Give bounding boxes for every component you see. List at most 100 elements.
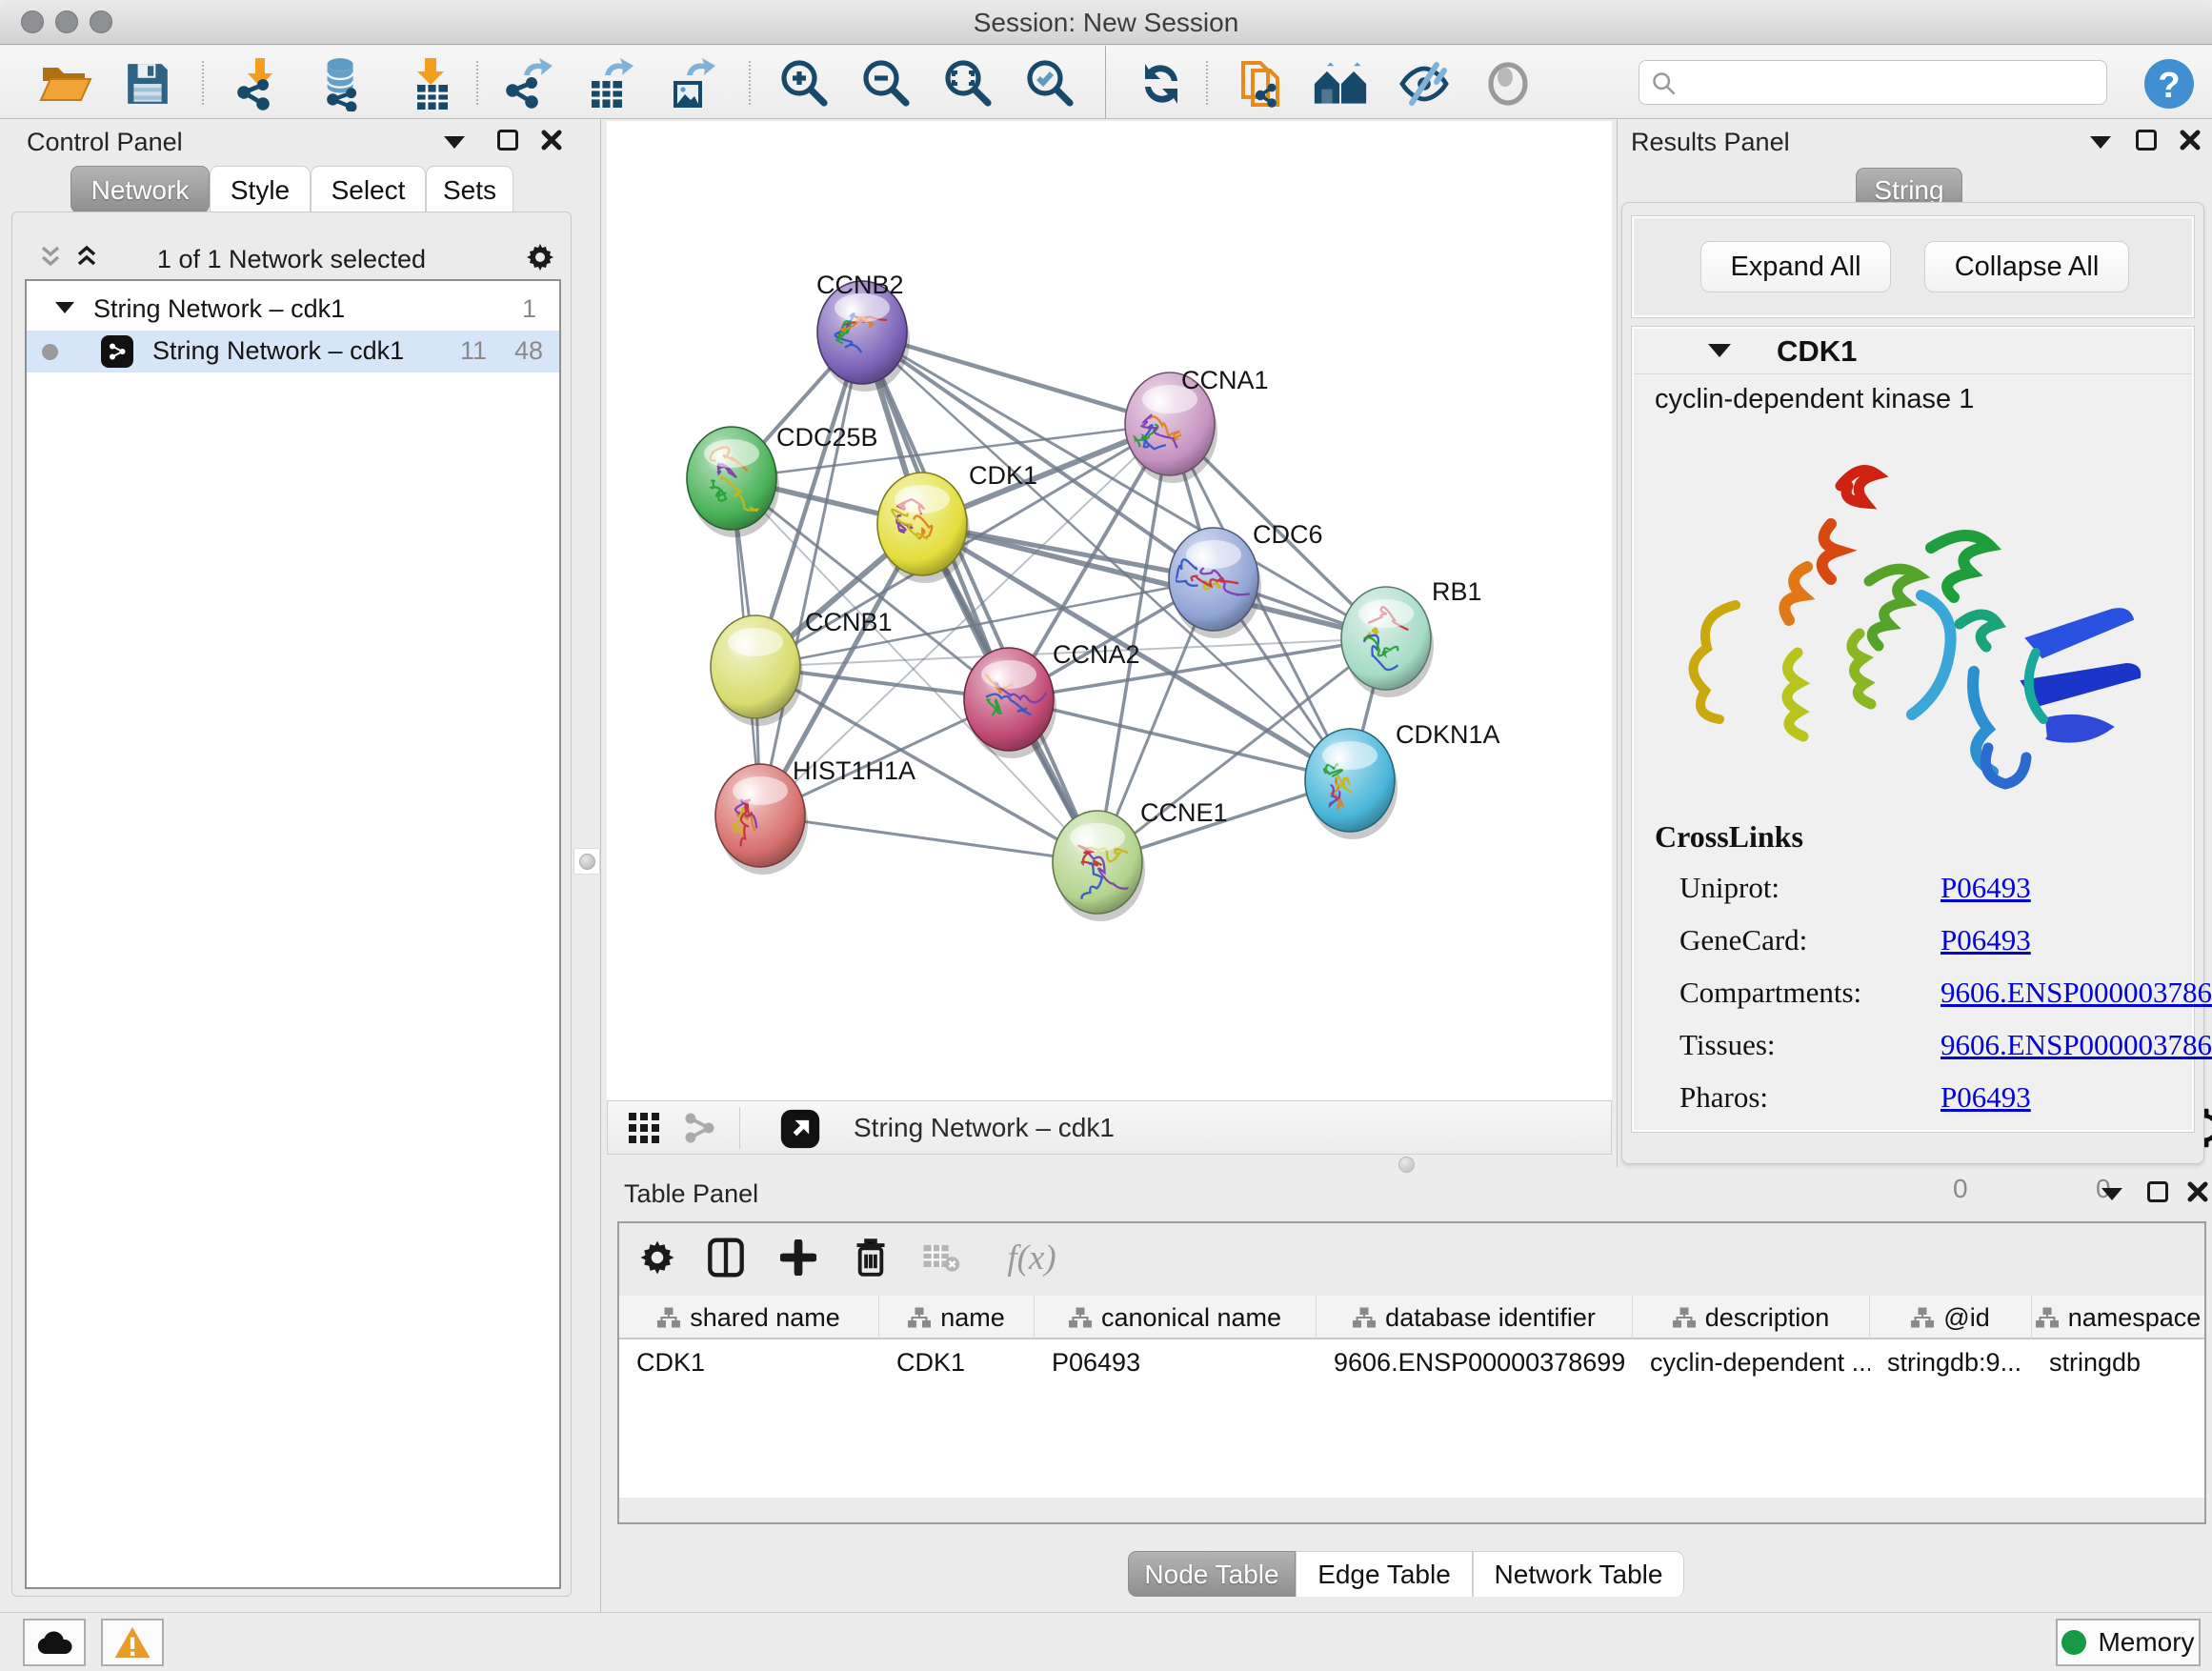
cell-database-identifier[interactable]: 9606.ENSP00000378699	[1317, 1341, 1633, 1383]
network-tree: String Network – cdk1 1 String Network –…	[25, 279, 561, 1589]
tab-network-table[interactable]: Network Table	[1473, 1551, 1684, 1597]
table-panel-float-button[interactable]	[2142, 1178, 2174, 1206]
new-network-from-selection-button[interactable]	[1235, 57, 1290, 111]
column-header[interactable]: canonical name	[1035, 1296, 1317, 1339]
table-panel-close-button[interactable]	[2182, 1178, 2212, 1206]
column-header[interactable]: shared name	[619, 1296, 879, 1339]
right-splitter[interactable]	[1617, 119, 1618, 1167]
tab-style[interactable]: Style	[210, 166, 311, 213]
help-button[interactable]: ?	[2142, 57, 2197, 111]
cloud-icon	[34, 1628, 74, 1657]
cell-namespace[interactable]: stringdb	[2032, 1341, 2204, 1383]
node-details-header[interactable]: CDK1	[1634, 329, 2192, 374]
import-network-from-file-button[interactable]	[232, 57, 288, 111]
zoom-in-icon	[776, 57, 830, 111]
cell-description[interactable]: cyclin-dependent ...	[1633, 1341, 1870, 1383]
left-splitter-handle[interactable]	[573, 848, 600, 875]
crosslink-link[interactable]: P06493	[1941, 1080, 2031, 1115]
function-builder-button[interactable]: f(x)	[989, 1233, 1075, 1282]
grid-view-button[interactable]	[621, 1105, 667, 1151]
cell-canonical-name[interactable]: P06493	[1035, 1341, 1317, 1383]
node-label: CCNB2	[816, 271, 904, 299]
crosslink-link[interactable]: 9606.ENSP00000378699	[1941, 976, 2212, 1010]
expand-all-button[interactable]: Expand All	[1700, 241, 1891, 292]
tree-icon	[908, 1306, 931, 1329]
collection-expand-icon[interactable]	[55, 302, 74, 313]
apply-layout-button[interactable]	[1134, 57, 1189, 111]
zoom-selected-button[interactable]	[1021, 57, 1076, 111]
control-panel-close-button[interactable]	[535, 126, 568, 154]
import-network-icon	[232, 56, 288, 111]
export-table-button[interactable]	[581, 57, 636, 111]
delete-column-button[interactable]	[846, 1233, 895, 1282]
zoom-in-button[interactable]	[775, 57, 831, 111]
tree-icon	[1069, 1306, 1092, 1329]
network-row-selected[interactable]: String Network – cdk1 11 48	[27, 331, 559, 372]
results-panel-float-button[interactable]	[2130, 126, 2162, 154]
table-row[interactable]: CDK1 CDK1 P06493 9606.ENSP00000378699 cy…	[619, 1341, 2204, 1383]
cell-name[interactable]: CDK1	[879, 1341, 1035, 1383]
tab-node-table[interactable]: Node Table	[1128, 1551, 1296, 1597]
horizontal-splitter-handle[interactable]	[1398, 1157, 1415, 1173]
detach-view-button[interactable]	[777, 1106, 823, 1152]
cell-id[interactable]: stringdb:9...	[1870, 1341, 2032, 1383]
import-network-from-database-button[interactable]	[314, 57, 370, 111]
column-header[interactable]: database identifier	[1317, 1296, 1633, 1339]
cloud-status-button[interactable]	[23, 1619, 86, 1666]
collapse-all-button[interactable]: Collapse All	[1924, 241, 2129, 292]
collection-label: String Network – cdk1	[93, 294, 345, 324]
node-description: cyclin-dependent kinase 1	[1655, 384, 1974, 415]
network-options-button[interactable]	[524, 243, 556, 272]
create-column-button[interactable]	[774, 1233, 823, 1282]
zoom-fit-button[interactable]	[939, 57, 995, 111]
tab-select[interactable]: Select	[311, 166, 426, 213]
show-all-button[interactable]	[1480, 57, 1536, 111]
crosslink-label: Compartments:	[1679, 976, 1861, 1010]
cell-shared-name[interactable]: CDK1	[619, 1341, 879, 1383]
table-options-button[interactable]	[633, 1233, 682, 1282]
node-label: CCNB1	[805, 608, 893, 636]
table-toolbar: f(x)	[619, 1223, 2204, 1296]
first-neighbors-button[interactable]	[1313, 57, 1368, 111]
control-panel-menu-button[interactable]	[438, 128, 471, 156]
export-network-icon	[499, 56, 554, 111]
crosslink-link[interactable]: P06493	[1941, 871, 2031, 905]
left-splitter[interactable]	[600, 119, 601, 1671]
open-session-button[interactable]	[38, 57, 93, 111]
zoom-out-button[interactable]	[857, 57, 913, 111]
network-graph[interactable]: CCNB2CCNA1CDC25BCDK1CDC6RB1CCNB1CCNA2CDK…	[607, 121, 1612, 1100]
results-panel-close-button[interactable]	[2174, 126, 2206, 154]
import-table-from-file-button[interactable]	[404, 57, 459, 111]
tab-network[interactable]: Network	[70, 166, 210, 213]
hide-selected-button[interactable]	[1397, 57, 1452, 111]
tree-icon	[1673, 1306, 1696, 1329]
memory-button[interactable]: Memory	[2056, 1619, 2201, 1666]
results-panel-menu-button[interactable]	[2084, 128, 2117, 156]
column-header[interactable]: @id	[1870, 1296, 2032, 1339]
tab-sets[interactable]: Sets	[426, 166, 513, 213]
crosslink-label: Pharos:	[1679, 1080, 1768, 1115]
toolbar-separator	[202, 61, 204, 105]
network-collection-row[interactable]: String Network – cdk1 1	[27, 289, 559, 331]
export-network-to-file-button[interactable]	[499, 57, 554, 111]
show-columns-button[interactable]	[701, 1233, 751, 1282]
network-edge-count: 48	[514, 336, 543, 366]
table-panel-menu-button[interactable]	[2096, 1179, 2128, 1208]
save-session-button[interactable]	[120, 57, 175, 111]
crosslink-link[interactable]: 9606.ENSP00000378699	[1941, 1028, 2212, 1062]
collapse-node-icon[interactable]	[1708, 344, 1731, 357]
search-input[interactable]	[1685, 65, 2095, 99]
warnings-button[interactable]	[101, 1619, 164, 1666]
column-header[interactable]: name	[879, 1296, 1035, 1339]
tab-edge-table[interactable]: Edge Table	[1296, 1551, 1473, 1597]
column-header[interactable]: description	[1633, 1296, 1870, 1339]
crosslink-link[interactable]: P06493	[1941, 923, 2031, 957]
column-header[interactable]: namespace	[2032, 1296, 2204, 1339]
export-image-button[interactable]	[663, 57, 718, 111]
network-canvas[interactable]: CCNB2CCNA1CDC25BCDK1CDC6RB1CCNB1CCNA2CDK…	[607, 121, 1612, 1100]
network-view-mode-button[interactable]	[676, 1105, 722, 1151]
homes-icon	[1313, 59, 1368, 109]
delete-table-button[interactable]	[916, 1233, 966, 1282]
control-panel-float-button[interactable]	[492, 126, 524, 154]
export-table-icon	[582, 56, 635, 111]
